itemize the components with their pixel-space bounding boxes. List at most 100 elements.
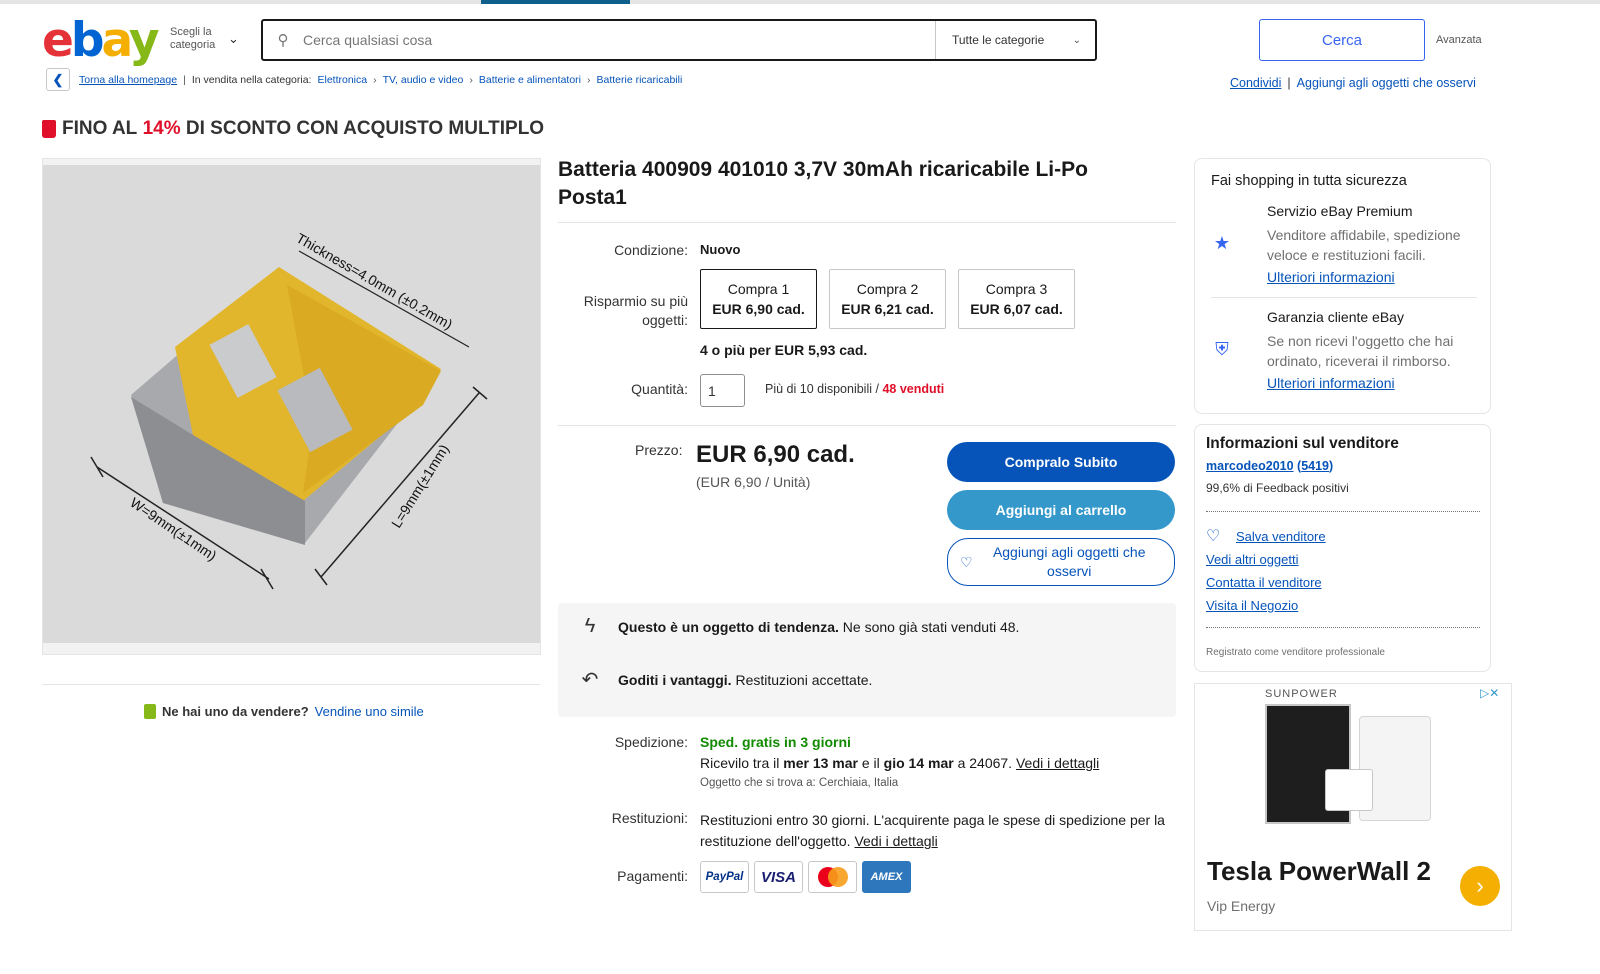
shield-dollar-icon: ⛨: [1215, 339, 1229, 359]
category-select[interactable]: Tutte le categorie ⌄: [935, 21, 1095, 59]
sell-similar-link[interactable]: Vendine uno simile: [315, 704, 424, 719]
back-home-link[interactable]: Torna alla homepage: [79, 74, 177, 86]
add-to-cart-button[interactable]: Aggiungi al carrello: [947, 490, 1175, 530]
seller-name-link[interactable]: marcodeo2010: [1206, 459, 1294, 473]
breadcrumb-item[interactable]: Batterie ricaricabili: [597, 74, 683, 86]
chevron-left-icon: ❮: [52, 71, 64, 87]
share-watch-links: Condividi | Aggiungi agli oggetti che osse…: [1230, 76, 1476, 90]
chevron-down-icon: ⌄: [1072, 34, 1081, 46]
back-button[interactable]: ❮: [46, 68, 70, 91]
ebay-logo[interactable]: ebay: [42, 16, 159, 66]
bulk-price-note: 4 o più per EUR 5,93 cad.: [700, 342, 868, 358]
product-image: Thickness=4.0mm (±0.2mm) L=9mm(±1mm) W=9…: [43, 165, 540, 643]
search-input[interactable]: [303, 32, 935, 48]
chevron-down-icon: ⌄: [228, 31, 239, 46]
item-price: EUR 6,90 cad.: [696, 441, 855, 468]
chevron-right-icon: ›: [469, 74, 473, 86]
breadcrumb: Torna alla homepage | In vendita nella c…: [79, 74, 683, 86]
search-bar: ⚲ Tutte le categorie⌄: [261, 19, 1097, 61]
free-shipping: Sped. gratis in 3 giorni: [700, 734, 851, 750]
category-button-label: Scegli la categoria: [170, 26, 216, 51]
breadcrumb-item[interactable]: TV, audio e video: [383, 74, 464, 86]
multi-buy-promo: FINO AL 14% DI SCONTO CON ACQUISTO MULTI…: [42, 118, 544, 140]
payment-methods: PayPal VISA AMEX: [700, 861, 911, 893]
product-image-viewer[interactable]: Thickness=4.0mm (±0.2mm) L=9mm(±1mm) W=9…: [42, 158, 541, 655]
chevron-right-icon: ›: [373, 74, 377, 86]
lightning-icon: ϟ: [584, 615, 596, 637]
seller-info-panel: Informazioni sul venditore marcodeo2010 …: [1194, 424, 1491, 672]
ad-brand: SUNPOWER: [1265, 688, 1338, 700]
ad-advertiser: Vip Energy: [1207, 898, 1276, 914]
star-badge-icon: ★: [1213, 233, 1231, 253]
advanced-search-link[interactable]: Avanzata: [1436, 34, 1482, 46]
delivery-estimate: Ricevilo tra il mer 13 mar e il gio 14 m…: [700, 755, 1100, 771]
variant-buy-3[interactable]: Compra 3 EUR 6,07 cad.: [958, 269, 1075, 329]
search-icon: ⚲: [277, 32, 289, 49]
returns-label: Restituzioni:: [611, 810, 688, 826]
shipping-label: Spedizione:: [614, 734, 688, 750]
trending-highlight: ϟ Questo è un oggetto di tendenza. Ne so…: [578, 615, 1020, 638]
breadcrumb-item[interactable]: Batterie e alimentatori: [479, 74, 581, 86]
quantity-input[interactable]: [700, 374, 745, 407]
price-label: Prezzo:: [635, 442, 683, 458]
unit-price: (EUR 6,90 / Unità): [696, 474, 811, 490]
add-to-watchlist-button[interactable]: ♡ Aggiungi agli oggetti che osservi: [947, 538, 1175, 586]
inverter-image: [1325, 769, 1373, 811]
learn-more-link[interactable]: Ulteriori informazioni: [1267, 375, 1395, 391]
panel-title: Fai shopping in tutta sicurezza: [1211, 173, 1407, 189]
sponsored-ad[interactable]: SUNPOWER ▷✕ Tesla PowerWall 2 Vip Energy…: [1194, 683, 1512, 931]
seller-score-link[interactable]: 5419: [1301, 459, 1329, 473]
seller-panel-title: Informazioni sul venditore: [1206, 435, 1399, 452]
condition-value: Nuovo: [700, 242, 741, 257]
search-button[interactable]: Cerca: [1259, 19, 1425, 61]
amex-icon: AMEX: [862, 861, 911, 893]
divider: [42, 684, 540, 685]
return-arrow-icon: ↶: [581, 669, 599, 691]
price-tag-icon: [144, 704, 156, 719]
shop-by-category-button[interactable]: Scegli la categoria ⌄: [170, 26, 250, 52]
mastercard-icon: [808, 861, 857, 893]
sell-similar-prompt: Ne hai uno da vendere? Vendine uno simil…: [144, 704, 424, 719]
variant-buy-2[interactable]: Compra 2 EUR 6,21 cad.: [829, 269, 946, 329]
chevron-right-icon[interactable]: ›: [1460, 866, 1500, 906]
breadcrumb-item[interactable]: Elettronica: [317, 74, 367, 86]
heart-icon: ♡: [1206, 528, 1221, 545]
seller-feedback: 99,6% di Feedback positivi: [1206, 481, 1349, 495]
visa-icon: VISA: [754, 861, 803, 893]
divider: [558, 425, 1176, 426]
registered-business: Registrato come venditore professionale: [1206, 647, 1385, 658]
item-location: Oggetto che si trova a: Cerchiaia, Itali…: [700, 777, 899, 789]
breadcrumb-label: In vendita nella categoria:: [191, 74, 312, 86]
visit-store-link[interactable]: Visita il Negozio: [1206, 598, 1298, 613]
watch-link[interactable]: Aggiungi agli oggetti che osservi: [1297, 76, 1476, 90]
payments-label: Pagamenti:: [617, 868, 688, 884]
returns-highlight: ↶ Goditi i vantaggi. Restituzioni accett…: [578, 667, 873, 692]
buy-now-button[interactable]: Compralo Subito: [947, 442, 1175, 482]
availability: Più di 10 disponibili / 48 venduti: [765, 382, 945, 396]
divider: [558, 222, 1176, 223]
item-highlights: ϟ Questo è un oggetto di tendenza. Ne so…: [558, 603, 1176, 717]
learn-more-link[interactable]: Ulteriori informazioni: [1267, 269, 1395, 285]
item-title: Batteria 400909 401010 3,7V 30mAh ricari…: [558, 158, 1088, 209]
see-other-items-link[interactable]: Vedi altri oggetti: [1206, 552, 1299, 567]
quantity-label: Quantità:: [631, 381, 688, 397]
contact-seller-link[interactable]: Contatta il venditore: [1206, 575, 1322, 590]
returns-policy: Restituzioni entro 30 giorni. L'acquiren…: [700, 812, 1165, 849]
ad-choices-icon[interactable]: ▷✕: [1480, 686, 1499, 700]
active-tab-indicator: [481, 0, 630, 4]
paypal-icon: PayPal: [700, 861, 749, 893]
share-link[interactable]: Condividi: [1230, 76, 1281, 90]
shopping-bag-icon: [42, 120, 56, 138]
save-seller-link[interactable]: Salva venditore: [1236, 529, 1326, 544]
variant-buy-1[interactable]: Compra 1 EUR 6,90 cad.: [700, 269, 817, 329]
condition-label: Condizione:: [614, 242, 688, 258]
returns-details-link[interactable]: Vedi i dettagli: [854, 833, 937, 849]
divider: [1206, 627, 1480, 628]
shipping-details-link[interactable]: Vedi i dettagli: [1016, 755, 1099, 771]
divider: [1211, 297, 1477, 298]
divider: [1206, 511, 1480, 512]
top-tab-strip: [0, 0, 1600, 4]
heart-icon: ♡: [960, 553, 977, 570]
savings-label: Risparmio su più oggetti:: [583, 293, 688, 328]
chevron-right-icon: ›: [587, 74, 591, 86]
